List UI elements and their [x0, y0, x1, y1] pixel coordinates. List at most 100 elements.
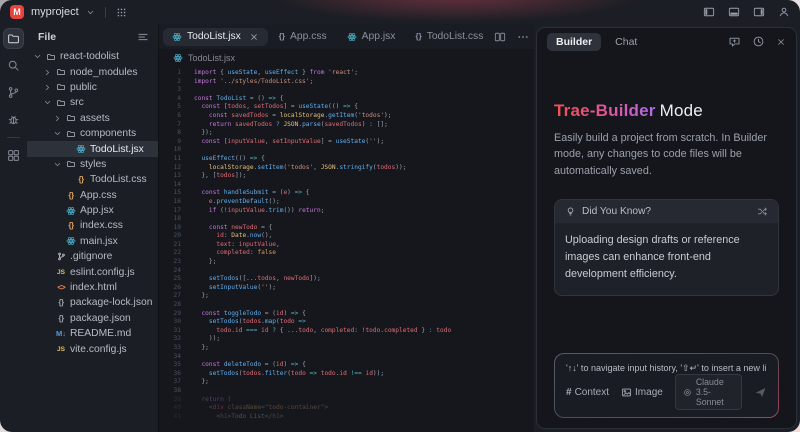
html-icon: <> [57, 283, 65, 293]
react-icon [347, 32, 357, 42]
tree-item[interactable]: TodoList.jsx [27, 141, 158, 157]
tree-item[interactable]: components [27, 126, 158, 141]
tree-item[interactable]: node_modules [27, 64, 158, 79]
tree-item[interactable]: styles [27, 157, 158, 172]
new-chat-icon[interactable] [728, 35, 741, 48]
chat-input-placeholder: '↑↓' to navigate input history, '⇧↵' to … [566, 363, 767, 373]
context-button[interactable]: # Context [566, 387, 609, 398]
tree-item[interactable]: App.jsx [27, 203, 158, 218]
split-editor-icon[interactable] [494, 31, 506, 43]
code-line: 27 }; [173, 292, 209, 300]
folder-icon [45, 52, 57, 62]
tree-item[interactable]: {} index.css [27, 218, 158, 233]
breadcrumb-label: TodoList.jsx [188, 52, 236, 63]
code-line: 19 const newTodo = { [173, 223, 273, 231]
tree-item[interactable]: assets [27, 111, 158, 126]
css-icon: {} [278, 32, 286, 41]
tree-item[interactable]: {} package-lock.json [27, 295, 158, 310]
chevron-down-icon [33, 52, 42, 61]
builder-header: Builder Chat [537, 28, 796, 55]
builder-panel: Builder Chat Trae-Builder Mode Easily bui… [536, 27, 797, 429]
title-bar: M myproject [0, 0, 800, 24]
chat-input-toolbar: # Context Image Claude 3.5-Sonnet [566, 374, 767, 410]
code-line: 41 <h1>Todo List</h1> [173, 412, 284, 420]
editor-tab[interactable]: {} TodoList.css [406, 28, 492, 46]
project-name[interactable]: myproject [31, 6, 79, 18]
code-line: 26 setInputValue(''); [173, 283, 276, 291]
tree-item[interactable]: public [27, 80, 158, 95]
model-selector[interactable]: Claude 3.5-Sonnet [674, 374, 742, 410]
explorer-options-icon[interactable] [137, 31, 149, 43]
chevron-down-icon [53, 129, 62, 138]
send-icon[interactable] [754, 386, 767, 399]
panel-right-icon[interactable] [753, 6, 765, 18]
code-line: 33 }; [173, 344, 209, 351]
builder-title-rest: Mode [659, 101, 703, 120]
titlebar-right-icons [703, 6, 790, 18]
history-icon[interactable] [752, 35, 765, 48]
chevron-right-icon [43, 83, 52, 92]
css-icon: {} [415, 32, 422, 41]
breadcrumb[interactable]: TodoList.jsx [159, 49, 534, 66]
panel-left-icon[interactable] [703, 6, 715, 18]
code-line: 2 import '../styles/TodoList.css'; [177, 77, 314, 85]
chevron-down-icon[interactable] [86, 8, 95, 17]
divider [104, 6, 106, 18]
panel-bottom-icon[interactable] [728, 6, 740, 18]
tree-item[interactable]: {} package.json [27, 311, 158, 326]
activity-item-source-control[interactable] [4, 83, 23, 102]
code-line: 21 text: inputValue, [173, 240, 280, 248]
tab-builder[interactable]: Builder [547, 32, 602, 51]
tree-item[interactable]: {} TodoList.css [27, 172, 158, 187]
activity-item-search[interactable] [4, 56, 23, 75]
code-line: 30 setTodos(todos.map(todo => [173, 318, 306, 326]
tab-chat[interactable]: Chat [606, 33, 646, 51]
image-button[interactable]: Image [621, 387, 663, 398]
tree-item[interactable]: main.jsx [27, 234, 158, 249]
code-line: 11 useEffect(() => { [173, 154, 265, 162]
code-line: 29 const toggleTodo = (id) => { [173, 309, 306, 317]
lightbulb-icon [565, 206, 576, 217]
tree-item[interactable]: M↓ README.md [27, 326, 158, 341]
account-icon[interactable] [778, 6, 790, 18]
builder-subtitle: Easily build a project from scratch. In … [554, 132, 768, 177]
css-icon: {} [78, 175, 84, 185]
react-icon [65, 206, 77, 216]
tree-item[interactable]: react-todolist [27, 49, 158, 64]
tree-item[interactable]: {} App.css [27, 188, 158, 203]
chat-input-box[interactable]: '↑↓' to navigate input history, '⇧↵' to … [554, 353, 779, 418]
activity-item-debug[interactable] [4, 110, 23, 129]
close-panel-icon[interactable] [776, 37, 786, 47]
tip-card-header: Did You Know? [555, 200, 778, 224]
code-line: 1 import { useState, useEffect } from 're… [177, 69, 358, 76]
code-editor[interactable]: 1 import { useState, useEffect } from 're… [159, 66, 534, 432]
editor-tabs: TodoList.jsx{} App.css App.jsx{} TodoList.c… [163, 27, 492, 46]
activity-item-files[interactable] [4, 29, 23, 48]
code-line: 25 setTodos([...todos, newTodo]); [173, 275, 321, 283]
tree-item[interactable]: .gitignore [27, 249, 158, 264]
hash-icon: # [566, 386, 572, 398]
close-icon[interactable] [249, 32, 259, 42]
code-line: 13 }, [todos]); [173, 172, 247, 180]
activity-item-extensions[interactable] [4, 146, 23, 165]
editor-area: TodoList.jsx{} App.css App.jsx{} TodoList.c… [158, 24, 534, 432]
code-line: 16 e.preventDefault(); [173, 197, 280, 205]
code-line: 24 [173, 266, 181, 274]
editor-tab[interactable]: App.jsx [338, 28, 405, 46]
more-actions-icon[interactable] [517, 31, 529, 43]
editor-tab[interactable]: {} App.css [270, 28, 336, 46]
chevron-down-icon [53, 160, 62, 169]
code-line: 15 const handleSubmit = (e) => { [173, 189, 310, 197]
editor-tab[interactable]: TodoList.jsx [163, 27, 268, 46]
file-tree: react-todolist node_modules public src asset… [27, 46, 158, 432]
tree-item[interactable]: src [27, 95, 158, 110]
code-line: 35 const deleteTodo = (id) => { [173, 361, 306, 369]
code-line: 34 [173, 352, 181, 360]
shuffle-icon[interactable] [757, 206, 768, 217]
react-icon [65, 236, 77, 246]
tree-item[interactable]: <> index.html [27, 280, 158, 295]
json-icon: {} [58, 313, 64, 323]
apps-grid-icon[interactable] [116, 7, 127, 18]
tree-item[interactable]: JS vite.config.js [27, 341, 158, 356]
tree-item[interactable]: JS eslint.config.js [27, 264, 158, 279]
